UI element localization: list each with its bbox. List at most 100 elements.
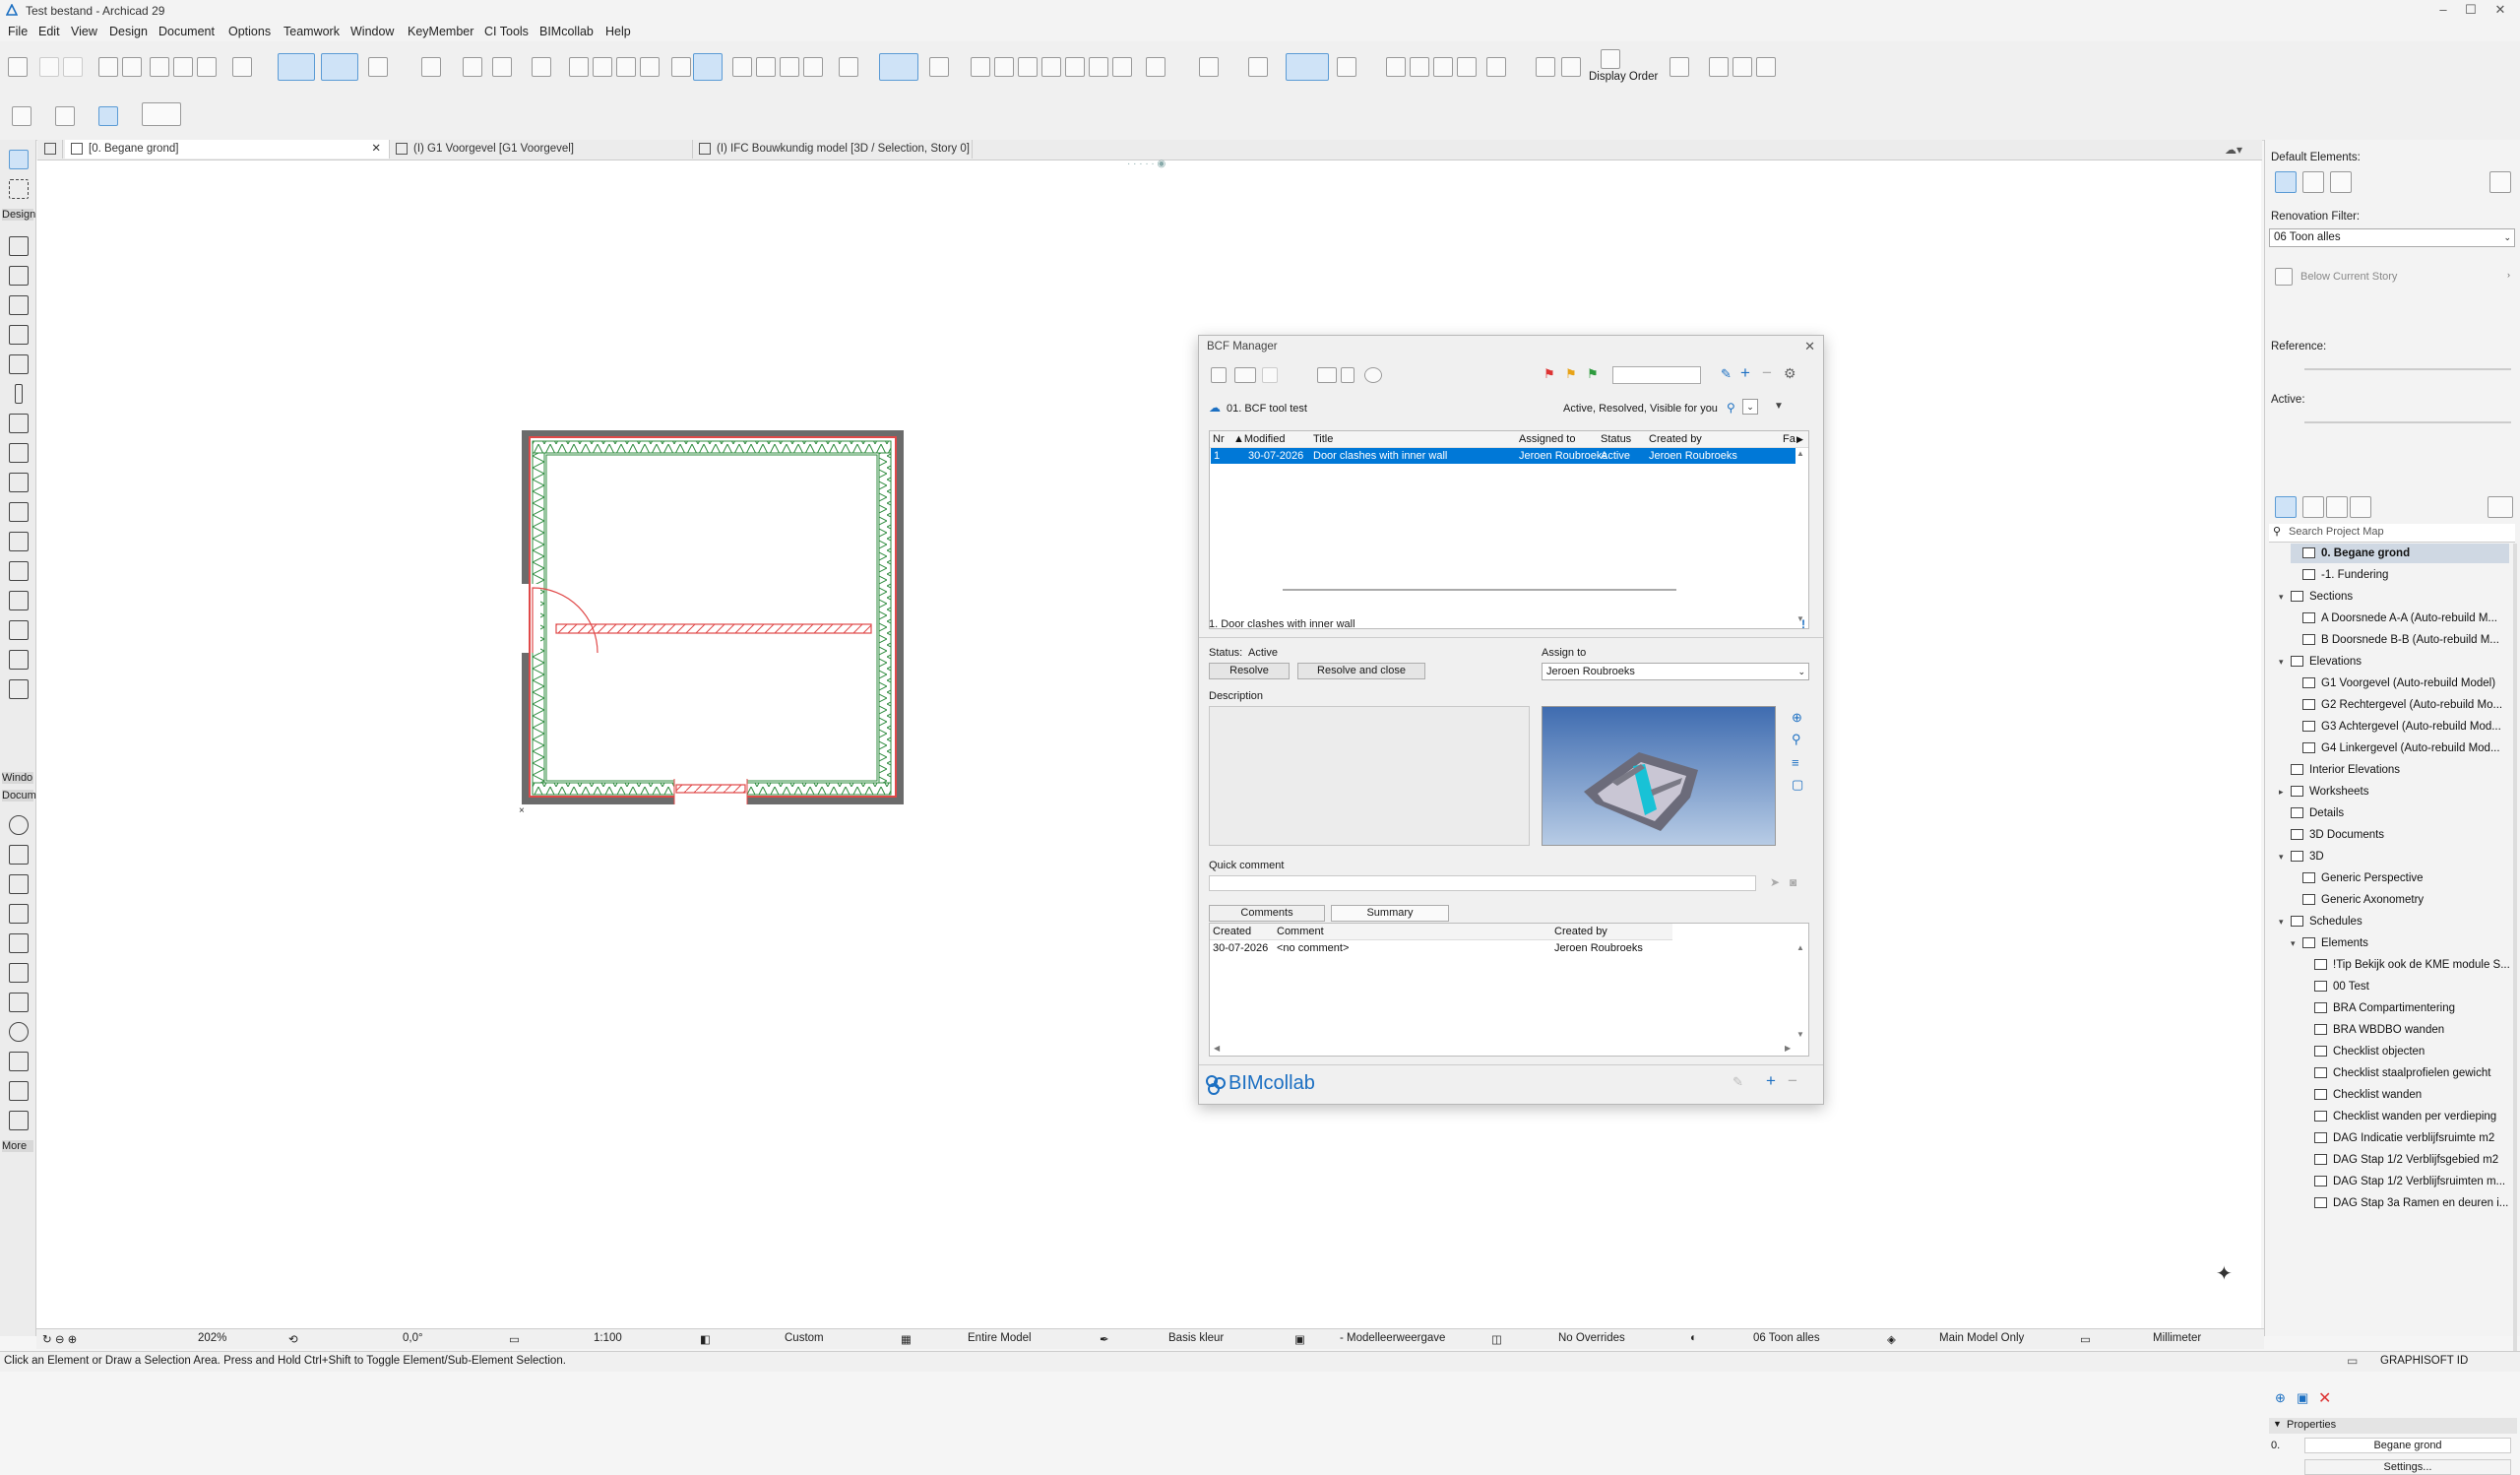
offset-icon[interactable] bbox=[197, 57, 217, 77]
col-fa[interactable]: Fa bbox=[1783, 431, 1796, 447]
more-header[interactable]: More bbox=[2, 1140, 33, 1152]
snapshot-image[interactable] bbox=[1542, 706, 1776, 846]
display-order-icon[interactable] bbox=[1601, 49, 1620, 69]
menu-bimcollab[interactable]: BIMcollab bbox=[539, 25, 594, 38]
menu-keymember[interactable]: KeyMember bbox=[408, 25, 473, 38]
unit-value[interactable]: Millimeter bbox=[2153, 1332, 2201, 1344]
marquee-tool-icon[interactable] bbox=[9, 179, 29, 199]
col-title[interactable]: Title bbox=[1313, 431, 1333, 447]
list-item[interactable]: Checklist objecten bbox=[2302, 1042, 2509, 1061]
eyedropper-icon[interactable] bbox=[122, 57, 142, 77]
graphisoft-id[interactable]: GRAPHISOFT ID bbox=[2380, 1355, 2468, 1367]
document-header[interactable]: Docum bbox=[2, 790, 36, 802]
level-dimension-tool-icon[interactable] bbox=[9, 845, 29, 865]
lock-icon[interactable] bbox=[492, 57, 512, 77]
chevron-down-icon[interactable]: ▾ bbox=[2279, 847, 2291, 866]
bcf-search-input[interactable] bbox=[1612, 366, 1701, 384]
export-icon[interactable] bbox=[1262, 367, 1278, 383]
layer-icon[interactable] bbox=[421, 57, 441, 77]
mesh-tool-icon[interactable] bbox=[9, 679, 29, 699]
quick-comment-input[interactable] bbox=[1209, 875, 1756, 891]
list-item[interactable]: Generic Perspective bbox=[2291, 868, 2509, 888]
gravity-icon[interactable] bbox=[321, 53, 358, 81]
camera-panel-icon[interactable] bbox=[2489, 171, 2511, 193]
delete-view-icon[interactable]: ✕ bbox=[2318, 1388, 2331, 1408]
color-palette-icon[interactable] bbox=[1670, 57, 1689, 77]
list-item[interactable]: ▸ Worksheets bbox=[2279, 782, 2509, 802]
drag-handle[interactable]: · · · · · ◉ bbox=[1127, 159, 1166, 169]
list-item[interactable]: Interior Elevations bbox=[2279, 760, 2509, 780]
comments-table[interactable]: Created Comment Created by 30-07-2026 <n… bbox=[1209, 923, 1809, 1057]
vertical-scrollbar[interactable] bbox=[2513, 544, 2517, 1361]
monitor-icon[interactable]: ▭ bbox=[2347, 1354, 2358, 1368]
list-item[interactable]: G2 Rechtergevel (Auto-rebuild Mo... bbox=[2291, 695, 2509, 715]
floor-plan-canvas[interactable]: × · · · · · ◉ ✦ bbox=[36, 159, 2261, 1332]
menu-ci-tools[interactable]: CI Tools bbox=[484, 25, 529, 38]
renovation-icon[interactable]: ◐ bbox=[1690, 1332, 1697, 1344]
chevron-down-icon[interactable]: ▾ bbox=[2279, 652, 2291, 672]
arrow-tool-icon[interactable] bbox=[9, 150, 29, 169]
table-row[interactable]: 1 30-07-2026 Door clashes with inner wal… bbox=[1211, 448, 1796, 464]
beam-tool-icon[interactable] bbox=[9, 354, 29, 374]
remove-icon[interactable]: − bbox=[1762, 363, 1772, 383]
stair-tool-icon[interactable] bbox=[9, 502, 29, 522]
col-nr[interactable]: Nr bbox=[1213, 431, 1225, 447]
list-item[interactable]: 3D Documents bbox=[2279, 825, 2509, 845]
printer-icon[interactable] bbox=[2302, 171, 2324, 193]
multiply-icon[interactable] bbox=[1146, 57, 1166, 77]
orange-flag-icon[interactable]: ⚑ bbox=[1565, 366, 1577, 382]
new-issue-icon[interactable] bbox=[1211, 367, 1227, 383]
resolve-and-close-button[interactable]: Resolve and close bbox=[1297, 663, 1425, 679]
list-item[interactable]: ▾ 3D bbox=[2279, 847, 2509, 866]
slab-tool-icon[interactable] bbox=[9, 266, 29, 286]
chevron-right-icon[interactable]: ▸ bbox=[2279, 782, 2291, 802]
adjust-icon[interactable] bbox=[1065, 57, 1085, 77]
tab-g1-voorgevel[interactable]: (I) G1 Voorgevel [G1 Voorgevel] bbox=[390, 140, 693, 159]
rotate-icon[interactable] bbox=[929, 57, 949, 77]
list-item[interactable]: ▾ Sections bbox=[2279, 587, 2509, 607]
figure-tool-icon[interactable] bbox=[9, 1111, 29, 1130]
menu-file[interactable]: File bbox=[8, 25, 28, 38]
door-tool-icon[interactable] bbox=[9, 443, 29, 463]
rotate-icon[interactable]: ⟲ bbox=[288, 1332, 298, 1346]
list-item[interactable]: Details bbox=[2279, 803, 2509, 823]
col-status[interactable]: Status bbox=[1601, 431, 1631, 447]
tab-ifc-model[interactable]: (I) IFC Bouwkundig model [3D / Selection… bbox=[693, 140, 973, 159]
model-icon[interactable]: ◈ bbox=[1887, 1332, 1896, 1346]
view-map-icon[interactable] bbox=[2302, 496, 2324, 518]
settings-button[interactable]: Settings... bbox=[2304, 1459, 2511, 1475]
wall-tool-icon[interactable] bbox=[9, 236, 29, 256]
polyline-tool-icon[interactable] bbox=[9, 1052, 29, 1071]
pen-set-icon[interactable]: ✒ bbox=[1100, 1332, 1109, 1346]
connect-icon[interactable] bbox=[1317, 367, 1337, 383]
edit-icon[interactable]: ✎ bbox=[1721, 366, 1732, 382]
scale-value[interactable]: 1:100 bbox=[594, 1332, 622, 1344]
window-tool-icon[interactable] bbox=[9, 473, 29, 492]
green-flag-icon[interactable]: ⚑ bbox=[1587, 366, 1599, 382]
active-slider[interactable] bbox=[2304, 421, 2511, 423]
align-left-icon[interactable] bbox=[732, 57, 752, 77]
tab-close-icon[interactable]: ✕ bbox=[371, 140, 381, 159]
chevron-right-icon[interactable]: › bbox=[2507, 270, 2510, 280]
col-modified[interactable]: ▲ Modified bbox=[1233, 431, 1285, 447]
list-item[interactable]: Generic Axonometry bbox=[2291, 890, 2509, 910]
trim-icon[interactable] bbox=[1018, 57, 1038, 77]
tab-begane-grond[interactable]: [0. Begane grond] ✕ bbox=[65, 140, 390, 159]
assign-to-select[interactable]: Jeroen Roubroeks ⌄ bbox=[1542, 663, 1809, 680]
navigator-menu-icon[interactable] bbox=[2488, 496, 2513, 518]
list-item[interactable]: !Tip Bekijk ook de KME module S... bbox=[2302, 955, 2509, 975]
hatch-tool-icon[interactable] bbox=[9, 963, 29, 983]
table-icon[interactable] bbox=[532, 57, 551, 77]
menu-window[interactable]: Window bbox=[350, 25, 394, 38]
list-item[interactable]: G3 Achtergevel (Auto-rebuild Mod... bbox=[2291, 717, 2509, 737]
horizontal-scrollbar[interactable] bbox=[1283, 589, 1676, 591]
skylight-tool-icon[interactable] bbox=[9, 561, 29, 581]
ruler-icon[interactable] bbox=[640, 57, 660, 77]
menu-edit[interactable]: Edit bbox=[38, 25, 60, 38]
drawing-icon[interactable] bbox=[1433, 57, 1453, 77]
bcf-close-icon[interactable]: ✕ bbox=[1804, 339, 1815, 354]
zone-stamp-icon[interactable] bbox=[569, 57, 589, 77]
fillet-icon[interactable] bbox=[1089, 57, 1108, 77]
chevron-down-icon[interactable]: ▾ bbox=[2279, 587, 2291, 607]
remove-comment-icon[interactable]: − bbox=[1788, 1071, 1797, 1091]
